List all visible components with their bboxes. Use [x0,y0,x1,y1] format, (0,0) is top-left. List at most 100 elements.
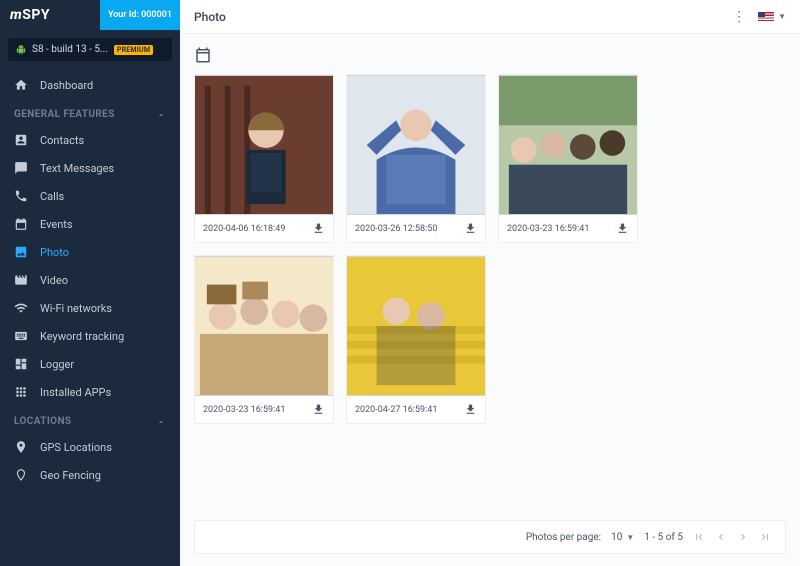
nav-gps[interactable]: GPS Locations [0,433,180,461]
content: 2020-04-06 16:18:49 2020-03-26 12:58:50 [180,34,800,566]
caret-down-icon: ▼ [778,12,786,21]
app-root: mSPY Your Id: 000001 S8 - build 13 - 5..… [0,0,800,566]
photo-grid: 2020-04-06 16:18:49 2020-03-26 12:58:50 [194,74,786,424]
nav-dashboard-label: Dashboard [40,79,93,92]
brand-logo: mSPY [0,0,60,30]
photo-card-footer: 2020-04-06 16:18:49 [195,215,333,242]
main: Photo ⋮ ▼ 2020-04-06 [180,0,800,566]
chevron-up-icon [156,417,166,427]
page-last-icon[interactable] [759,531,771,543]
nav-events[interactable]: Events [0,210,180,238]
sidebar: mSPY Your Id: 000001 S8 - build 13 - 5..… [0,0,180,566]
topbar-right: ⋮ ▼ [732,9,786,25]
nav-keyword-label: Keyword tracking [40,330,124,343]
fence-icon [14,468,28,482]
nav-contacts[interactable]: Contacts [0,126,180,154]
nav-calls[interactable]: Calls [0,182,180,210]
photo-timestamp: 2020-04-27 16:59:41 [355,405,437,415]
sms-icon [14,161,28,175]
per-page-value: 10 [611,532,622,543]
photo-card[interactable]: 2020-04-27 16:59:41 [346,255,486,424]
download-icon[interactable] [464,403,477,416]
home-icon [14,78,28,92]
photo-thumbnail [499,75,637,215]
photo-timestamp: 2020-03-23 16:59:41 [203,405,285,415]
photo-thumbnail [195,256,333,396]
nav-calls-label: Calls [40,190,64,203]
language-selector[interactable]: ▼ [758,12,786,22]
nav-keyword[interactable]: Keyword tracking [0,322,180,350]
nav-video-label: Video [40,274,68,287]
nav-photo[interactable]: Photo [0,238,180,266]
nav-text-messages[interactable]: Text Messages [0,154,180,182]
nav-geo-label: Geo Fencing [40,469,101,482]
section-locations-header[interactable]: LOCATIONS [0,406,180,433]
photo-card[interactable]: 2020-03-26 12:58:50 [346,74,486,243]
logger-icon [14,357,28,371]
brand-prefix: m [10,7,22,23]
menu-kebab-icon[interactable]: ⋮ [732,9,746,25]
user-id-label: Your Id: 000001 [100,0,180,30]
photo-card-footer: 2020-03-23 16:59:41 [499,215,637,242]
calendar-icon [14,217,28,231]
chevron-up-icon [156,110,166,120]
brand-row: mSPY Your Id: 000001 [0,0,180,30]
photo-card[interactable]: 2020-03-23 16:59:41 [498,74,638,243]
photo-card[interactable]: 2020-03-23 16:59:41 [194,255,334,424]
pager-buttons [693,531,771,543]
download-icon[interactable] [616,222,629,235]
topbar: Photo ⋮ ▼ [180,0,800,34]
nav-wifi-label: Wi-Fi networks [40,302,112,315]
page-title: Photo [194,10,226,24]
premium-badge: PREMIUM [114,45,153,55]
nav-events-label: Events [40,218,73,231]
wifi-icon [14,301,28,315]
calendar-icon [194,46,786,64]
phone-icon [14,189,28,203]
android-icon [16,45,26,55]
page-prev-icon[interactable] [715,531,727,543]
page-first-icon[interactable] [693,531,705,543]
photo-timestamp: 2020-03-26 12:58:50 [355,224,437,234]
photo-card-footer: 2020-04-27 16:59:41 [347,396,485,423]
nav-photo-label: Photo [40,246,69,259]
page-range: 1 - 5 of 5 [644,532,683,543]
nav-logger[interactable]: Logger [0,350,180,378]
nav-geo[interactable]: Geo Fencing [0,461,180,489]
download-icon[interactable] [464,222,477,235]
section-general-header[interactable]: GENERAL FEATURES [0,99,180,126]
date-filter[interactable] [194,46,786,64]
caret-down-icon: ▼ [626,533,634,542]
photo-icon [14,245,28,259]
device-name: S8 - build 13 - 5... [32,44,108,55]
photo-thumbnail [347,256,485,396]
photo-thumbnail [195,75,333,215]
video-icon [14,273,28,287]
page-next-icon[interactable] [737,531,749,543]
nav-wifi[interactable]: Wi-Fi networks [0,294,180,322]
nav-text-messages-label: Text Messages [40,162,114,175]
nav-gps-label: GPS Locations [40,441,112,454]
section-general-label: GENERAL FEATURES [14,109,115,120]
download-icon[interactable] [312,403,325,416]
photo-card-footer: 2020-03-26 12:58:50 [347,215,485,242]
nav-dashboard[interactable]: Dashboard [0,71,180,99]
per-page-label: Photos per page: [526,532,601,543]
device-selector[interactable]: S8 - build 13 - 5... PREMIUM [8,38,172,61]
section-locations-label: LOCATIONS [14,416,71,427]
nav-contacts-label: Contacts [40,134,84,147]
pin-icon [14,440,28,454]
nav-video[interactable]: Video [0,266,180,294]
apps-icon [14,385,28,399]
photo-card[interactable]: 2020-04-06 16:18:49 [194,74,334,243]
photo-card-footer: 2020-03-23 16:59:41 [195,396,333,423]
brand-name: SPY [22,7,50,23]
download-icon[interactable] [312,222,325,235]
per-page-select[interactable]: 10 ▼ [611,532,634,543]
photo-timestamp: 2020-03-23 16:59:41 [507,224,589,234]
nav-apps[interactable]: Installed APPs [0,378,180,406]
keyboard-icon [14,329,28,343]
pagination-bar: Photos per page: 10 ▼ 1 - 5 of 5 [194,520,786,554]
flag-us-icon [758,12,774,22]
contacts-icon [14,133,28,147]
